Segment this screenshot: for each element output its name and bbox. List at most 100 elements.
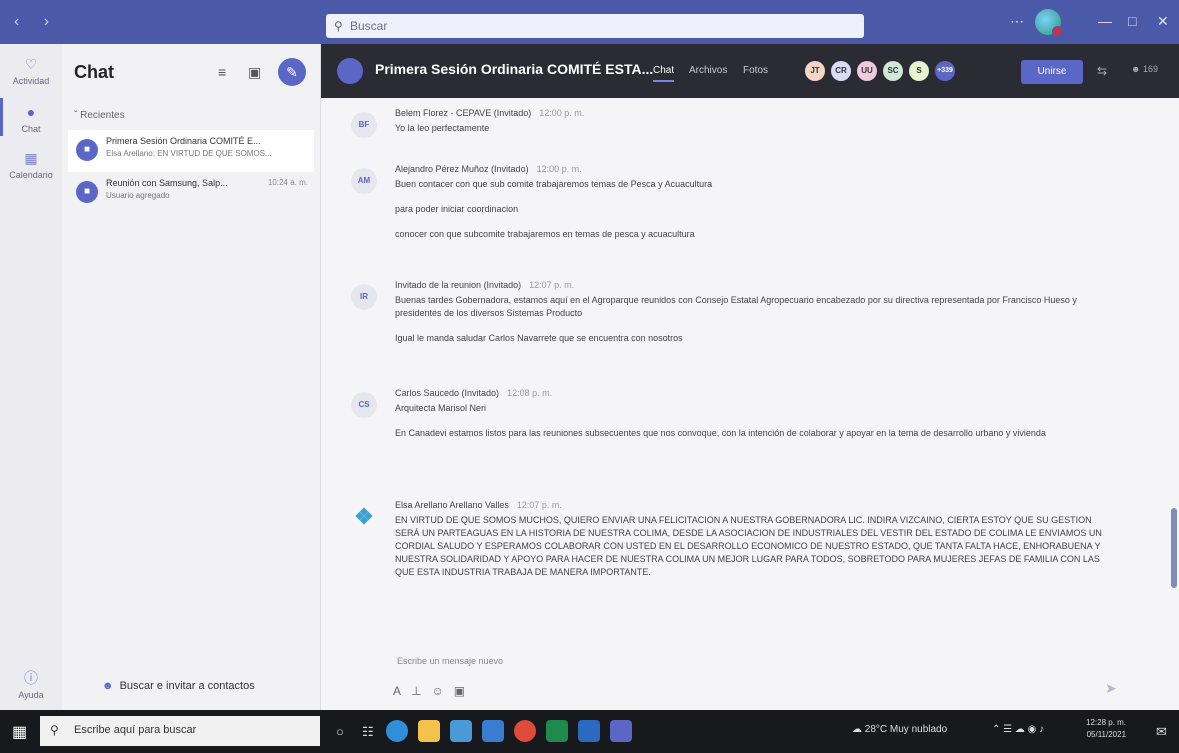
attach-icon[interactable]: ⊥ (411, 684, 431, 698)
rail-label: Chat (21, 124, 41, 134)
list-item[interactable]: ■ Primera Sesión Ordinaria COMITÉ E... E… (68, 130, 314, 172)
search-placeholder: Buscar (350, 19, 388, 33)
rail-label: Calendario (9, 170, 53, 180)
store-icon[interactable] (450, 720, 472, 742)
chat-list-panel: Chat ≡ ▣ ✎ ˇ Recientes ■ Primera Sesión … (62, 44, 321, 710)
rail-item-chat[interactable]: ● Chat (0, 102, 62, 134)
notifications-icon[interactable]: ✉ (1156, 724, 1167, 740)
author-name: Alejandro Pérez Muñoz (Invitado) (395, 164, 529, 174)
tab-photos[interactable]: Fotos (743, 65, 768, 76)
people-count[interactable]: ☻ 169 (1131, 64, 1158, 74)
emoji-icon[interactable]: ☺ (431, 684, 453, 698)
clock[interactable]: 12:28 p. m. 05/11/2021 (1086, 717, 1126, 741)
cortana-icon[interactable]: ○ (336, 724, 344, 739)
message-text: conocer con que subcomite trabajaremos e… (395, 229, 695, 239)
minimize-icon[interactable]: — (1098, 13, 1112, 29)
mail-icon[interactable] (482, 720, 504, 742)
task-view-icon[interactable]: ☷ (362, 724, 374, 740)
chat-list-title: Chat (74, 62, 114, 82)
search-icon: ⚲ (334, 19, 343, 33)
compose-area: Escribe un mensaje nuevo A⊥☺▣ ➤ (321, 638, 1179, 710)
group-avatar: ■ (76, 181, 98, 203)
windows-start-icon[interactable]: ▦ (12, 722, 27, 742)
tab-files[interactable]: Archivos (689, 65, 727, 76)
author-name: Belem Florez - CEPAVE (Invitado) (395, 108, 532, 118)
word-icon[interactable] (578, 720, 600, 742)
message-text: para poder iniciar coordinacion (395, 204, 519, 214)
rail-item-activity[interactable]: ♡ Actividad (0, 54, 62, 86)
shirt-icon[interactable]: ❖ (351, 504, 377, 530)
message-time: 12:00 p. m. (536, 164, 582, 174)
message-time: 12:07 p. m. (516, 500, 562, 510)
group-avatar (337, 58, 363, 84)
avatar[interactable] (1035, 9, 1063, 37)
weather-widget[interactable]: ☁ 28°C Muy nublado (852, 724, 947, 735)
author-avatar[interactable]: CS (351, 392, 377, 418)
format-icon[interactable]: A (393, 684, 411, 698)
excel-icon[interactable] (546, 720, 568, 742)
message-text: Buenas tardes Gobernadora, estamos aquí … (395, 295, 1077, 318)
taskbar-search-placeholder: Escribe aquí para buscar (74, 724, 197, 736)
participant-avatar[interactable]: S (909, 61, 929, 81)
chrome-icon[interactable] (514, 720, 536, 742)
join-button[interactable]: Unirse (1021, 60, 1083, 84)
clock-time: 12:28 p. m. (1086, 718, 1127, 727)
nav-arrows[interactable]: ‹ › (14, 13, 59, 31)
scrollbar-thumb[interactable] (1171, 508, 1177, 588)
invite-label: Buscar e invitar a contactos (119, 680, 255, 692)
people-icon: ☻ (102, 680, 114, 692)
list-item[interactable]: ■ Reunión con Samsung, Salp... Usuario a… (68, 172, 314, 214)
clock-date: 05/11/2021 (1086, 730, 1127, 739)
message-text: En Canadevi estamos listos para las reun… (395, 428, 1046, 438)
file-explorer-icon[interactable] (418, 720, 440, 742)
chat-preview: Usuario agregado (106, 191, 170, 200)
message-body: Buen contacer con que sub comite trabaja… (395, 178, 1115, 253)
chat-icon: ● (26, 104, 36, 120)
system-tray[interactable]: ⌃ ☰ ☁ ◉ ♪ (992, 724, 1044, 735)
invite-contacts-link[interactable]: ☻ Buscar e invitar a contactos (102, 680, 322, 692)
new-chat-button[interactable]: ✎ (278, 58, 306, 86)
participant-avatar[interactable]: JT (805, 61, 825, 81)
title-bar: ‹ › ⚲ Buscar ⋯ — □ ✕ (0, 0, 1179, 44)
weather-text: 28°C Muy nublado (864, 724, 948, 735)
help-icon: ⓘ (24, 670, 38, 686)
author-avatar[interactable]: BF (351, 112, 377, 138)
author-name: Elsa Arellano Arellano Valles (395, 500, 509, 510)
rail-item-help[interactable]: ⓘ Ayuda (0, 668, 62, 700)
message-meta: Alejandro Pérez Muñoz (Invitado) 12:00 p.… (395, 164, 582, 174)
taskbar-search[interactable]: ⚲ Escribe aquí para buscar (40, 716, 320, 746)
participant-avatar[interactable]: CR (831, 61, 851, 81)
gif-icon[interactable]: ▣ (454, 684, 475, 698)
section-text: Recientes (80, 110, 125, 121)
more-options-icon[interactable]: ⋯ (1010, 13, 1024, 30)
close-icon[interactable]: ✕ (1157, 13, 1169, 30)
app-rail: ♡ Actividad ● Chat ▦ Calendario ⓘ Ayuda (0, 44, 63, 710)
search-icon: ⚲ (50, 723, 59, 737)
tab-chat[interactable]: Chat (653, 65, 675, 82)
people-icon: ☻ (1131, 64, 1141, 74)
search-box[interactable]: ⚲ Buscar (326, 14, 864, 38)
message-input[interactable]: Escribe un mensaje nuevo (397, 656, 503, 666)
teams-icon[interactable] (610, 720, 632, 742)
participant-overflow[interactable]: +339 (935, 61, 955, 81)
author-avatar[interactable]: AM (351, 168, 377, 194)
participant-avatar[interactable]: SC (883, 61, 903, 81)
presence-dot (1052, 26, 1063, 37)
edge-icon[interactable] (386, 720, 408, 742)
author-avatar[interactable]: IR (351, 284, 377, 310)
expand-icon[interactable]: ⇆ (1097, 64, 1107, 78)
message-body: Buenas tardes Gobernadora, estamos aquí … (395, 294, 1115, 357)
message-body: Yo la leo perfectamente (395, 122, 1115, 147)
calendar-icon: ▦ (24, 150, 38, 166)
participant-avatar[interactable]: UU (857, 61, 877, 81)
message-time: 12:07 p. m. (529, 280, 575, 290)
conversation-title: Primera Sesión Ordinaria COMITÉ ESTA... (375, 61, 654, 77)
rail-label: Ayuda (18, 690, 44, 700)
video-call-icon[interactable]: ▣ (248, 64, 261, 81)
author-name: Carlos Saucedo (Invitado) (395, 388, 500, 398)
filter-icon[interactable]: ≡ (218, 64, 226, 80)
rail-item-calendar[interactable]: ▦ Calendario (0, 148, 62, 180)
message-text: Buen contacer con que sub comite trabaja… (395, 179, 713, 189)
send-icon[interactable]: ➤ (1105, 680, 1117, 697)
maximize-icon[interactable]: □ (1128, 13, 1136, 29)
